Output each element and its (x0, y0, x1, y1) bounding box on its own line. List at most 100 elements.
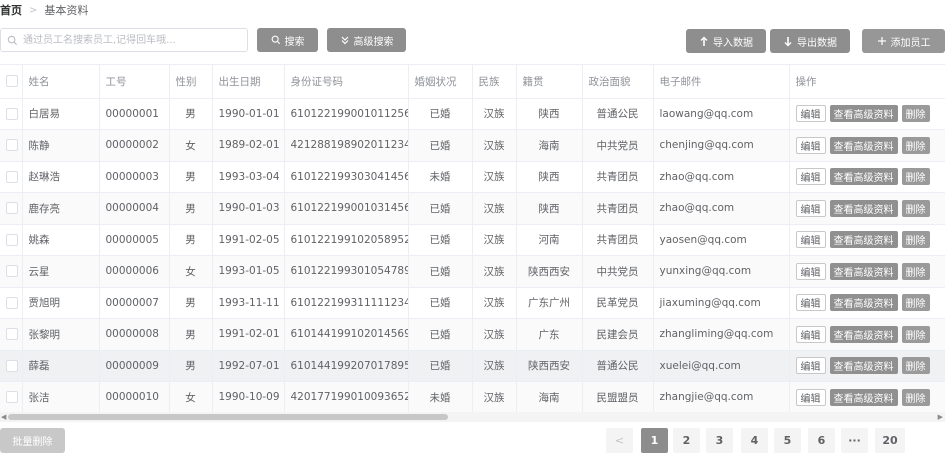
page-button[interactable]: 5 (774, 428, 801, 453)
delete-button[interactable]: 删除 (901, 294, 930, 312)
table-cell: 陕西西安 (516, 350, 583, 382)
search-icon (271, 35, 280, 45)
scrollbar-thumb[interactable] (8, 414, 448, 420)
employee-table: 姓名 工号 性别 出生日期 身份证号码 婚姻状况 民族 籍贯 政治面貌 电子邮件… (0, 64, 945, 412)
edit-button[interactable]: 编辑 (795, 168, 826, 186)
view-advanced-info-button[interactable]: 查看高级资料 (829, 231, 898, 249)
row-checkbox[interactable] (6, 359, 18, 372)
horizontal-scrollbar[interactable]: ◀ ▶ (0, 412, 945, 422)
table-row[interactable]: 白居易 00000001 男 1990-01-01 610122199001011256… (0, 98, 945, 130)
scroll-right-icon[interactable]: ▶ (938, 413, 943, 421)
edit-button[interactable]: 编辑 (795, 262, 826, 280)
search-button[interactable]: 搜索 (257, 28, 318, 52)
view-advanced-info-button[interactable]: 查看高级资料 (829, 325, 898, 343)
pagination-prev-button[interactable]: < (606, 428, 633, 453)
table-row[interactable]: 姚森 00000005 男 1991-02-05 610122199102058952 已… (0, 224, 945, 256)
page-button[interactable]: 4 (741, 428, 768, 453)
row-checkbox[interactable] (6, 265, 18, 278)
breadcrumb: 首页 > 基本资料 (0, 3, 88, 17)
view-advanced-info-button[interactable]: 查看高级资料 (829, 136, 898, 154)
page-button[interactable]: 2 (673, 428, 700, 453)
table-cell: 00000003 (99, 161, 170, 193)
column-header: 婚姻状况 (408, 65, 473, 99)
page-button[interactable]: 6 (808, 428, 835, 453)
table-cell: 汉族 (472, 255, 517, 288)
table-cell: 已婚 (408, 129, 473, 162)
select-all-checkbox[interactable] (6, 75, 18, 88)
delete-button[interactable]: 删除 (901, 388, 930, 406)
table-cell: 610144199207017895 (284, 350, 409, 382)
breadcrumb-home[interactable]: 首页 (0, 2, 22, 18)
row-checkbox[interactable] (6, 233, 18, 246)
delete-button[interactable]: 删除 (901, 105, 930, 123)
edit-button[interactable]: 编辑 (795, 136, 826, 154)
view-advanced-info-button[interactable]: 查看高级资料 (829, 357, 898, 375)
delete-button[interactable]: 删除 (901, 168, 930, 186)
table-row[interactable]: 鹿存亮 00000004 男 1990-01-03 610122199001031456… (0, 192, 945, 225)
add-employee-button[interactable]: 添加员工 (862, 29, 945, 53)
view-advanced-info-button[interactable]: 查看高级资料 (829, 105, 898, 123)
table-cell: 共青团员 (582, 224, 654, 256)
table-row[interactable]: 贾旭明 00000007 男 1993-11-11 610122199311111234… (0, 287, 945, 319)
table-cell: 中共党员 (582, 129, 654, 162)
table-row[interactable]: 张黎明 00000008 男 1991-02-01 610144199102014569… (0, 318, 945, 351)
delete-button[interactable]: 删除 (901, 199, 930, 217)
table-cell: 00000002 (99, 129, 170, 162)
edit-button[interactable]: 编辑 (795, 105, 826, 123)
table-row[interactable]: 张洁 00000010 女 1990-10-09 420177199010093652 未… (0, 381, 945, 412)
view-advanced-info-button[interactable]: 查看高级资料 (829, 199, 898, 217)
download-icon (784, 36, 792, 46)
page-button[interactable]: 3 (706, 428, 733, 453)
advanced-search-button[interactable]: 高级搜索 (327, 28, 406, 52)
table-row[interactable]: 薛磊 00000009 男 1992-07-01 610144199207017895 已… (0, 350, 945, 382)
page-button[interactable]: 1 (641, 428, 668, 453)
view-advanced-info-button[interactable]: 查看高级资料 (829, 168, 898, 186)
view-advanced-info-button[interactable]: 查看高级资料 (829, 294, 898, 312)
table-cell: 610122199001011256 (284, 98, 409, 130)
delete-button[interactable]: 删除 (901, 231, 930, 249)
row-checkbox[interactable] (6, 107, 18, 120)
delete-button[interactable]: 删除 (901, 262, 930, 280)
view-advanced-info-button[interactable]: 查看高级资料 (829, 262, 898, 280)
table-cell: 1992-07-01 (212, 350, 285, 382)
table-cell: 中共党员 (582, 255, 654, 288)
page-ellipsis-button[interactable]: ··· (841, 428, 868, 453)
row-checkbox[interactable] (6, 139, 18, 152)
row-checkbox[interactable] (6, 328, 18, 341)
table-cell: 海南 (516, 381, 583, 412)
table-cell: 陕西 (516, 192, 583, 225)
upload-icon (700, 36, 708, 46)
page-button[interactable]: 20 (875, 428, 905, 453)
edit-button[interactable]: 编辑 (795, 294, 826, 312)
row-checkbox[interactable] (6, 202, 18, 215)
row-checkbox[interactable] (6, 170, 18, 183)
export-data-button[interactable]: 导出数据 (770, 29, 850, 53)
table-row[interactable]: 赵琳浩 00000003 男 1993-03-04 610122199303041456… (0, 161, 945, 193)
table-cell: zhangjie@qq.com (653, 381, 790, 412)
edit-button[interactable]: 编辑 (795, 231, 826, 249)
table-cell: 男 (169, 98, 213, 130)
edit-button[interactable]: 编辑 (795, 199, 826, 217)
table-row[interactable]: 陈静 00000002 女 1989-02-01 421288198902011234 已… (0, 129, 945, 162)
table-row[interactable]: 云星 00000006 女 1993-01-05 610122199301054789 已… (0, 255, 945, 288)
edit-button[interactable]: 编辑 (795, 325, 826, 343)
table-cell: 男 (169, 318, 213, 351)
search-icon (7, 35, 18, 45)
view-advanced-info-button[interactable]: 查看高级资料 (829, 388, 898, 406)
row-actions-cell: 编辑 查看高级资料 删除 (789, 255, 945, 288)
delete-button[interactable]: 删除 (901, 325, 930, 343)
table-cell: zhao@qq.com (653, 192, 790, 225)
import-data-button[interactable]: 导入数据 (686, 29, 766, 53)
row-select-cell (0, 161, 23, 193)
batch-delete-button[interactable]: 批量删除 (0, 428, 65, 453)
delete-button[interactable]: 删除 (901, 357, 930, 375)
import-data-label: 导入数据 (713, 37, 753, 49)
row-checkbox[interactable] (6, 296, 18, 309)
table-cell: 女 (169, 381, 213, 412)
delete-button[interactable]: 删除 (901, 136, 930, 154)
scroll-left-icon[interactable]: ◀ (1, 413, 6, 421)
row-checkbox[interactable] (6, 391, 18, 404)
edit-button[interactable]: 编辑 (795, 388, 826, 406)
search-input[interactable] (23, 30, 247, 50)
edit-button[interactable]: 编辑 (795, 357, 826, 375)
